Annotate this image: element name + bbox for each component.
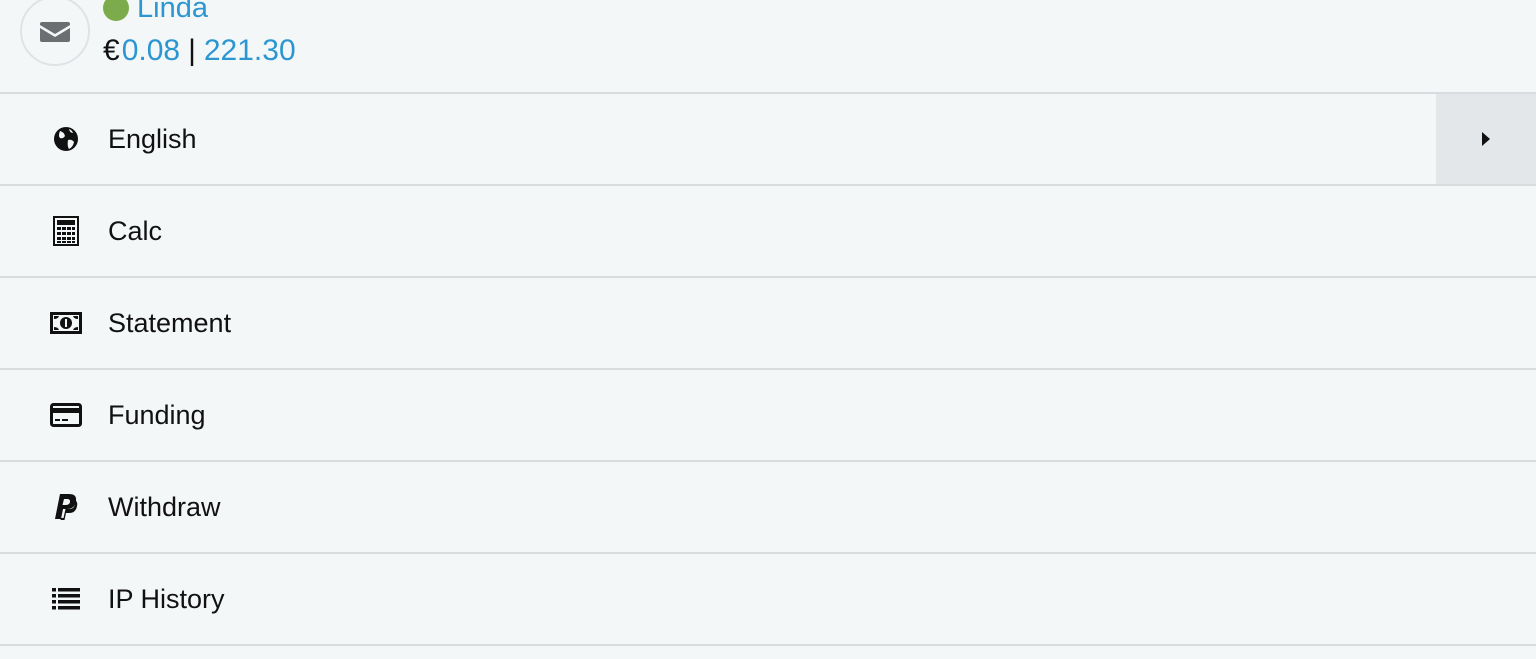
balance-primary-link[interactable]: 0.08 xyxy=(122,34,180,68)
menu-label: Funding xyxy=(108,399,206,430)
messages-button[interactable] xyxy=(20,0,90,66)
username-link[interactable]: Linda xyxy=(137,0,208,25)
paypal-icon xyxy=(50,491,82,523)
user-line: Linda xyxy=(103,0,208,26)
envelope-icon xyxy=(40,22,70,42)
balance-secondary-link[interactable]: 221.30 xyxy=(204,34,296,68)
submenu-expand-button[interactable] xyxy=(1436,94,1536,184)
menu-item-withdraw[interactable]: Withdraw xyxy=(0,462,1536,554)
balance-separator: | xyxy=(188,34,196,67)
credit-card-icon xyxy=(50,399,82,431)
calculator-icon xyxy=(50,215,82,247)
menu-label: Statement xyxy=(108,307,232,338)
money-bill-icon xyxy=(50,307,82,339)
menu-item-funding[interactable]: Funding xyxy=(0,370,1536,462)
menu-item-calc[interactable]: Calc xyxy=(0,186,1536,278)
list-icon xyxy=(50,583,82,615)
menu-label: Withdraw xyxy=(108,491,221,522)
currency-symbol: € xyxy=(103,34,120,67)
caret-right-icon xyxy=(1482,132,1490,146)
account-header: Linda € 0.08 | 221.30 xyxy=(0,0,1536,94)
menu-label: English xyxy=(108,123,197,154)
globe-icon xyxy=(50,123,82,155)
menu-item-statement[interactable]: Statement xyxy=(0,278,1536,370)
online-status-dot xyxy=(103,0,129,21)
menu-item-language[interactable]: English xyxy=(0,94,1536,186)
balance-line: € 0.08 | 221.30 xyxy=(103,32,296,70)
menu-item-ip-history[interactable]: IP History xyxy=(0,554,1536,646)
menu-label: Calc xyxy=(108,215,163,246)
menu-label: IP History xyxy=(108,583,225,614)
